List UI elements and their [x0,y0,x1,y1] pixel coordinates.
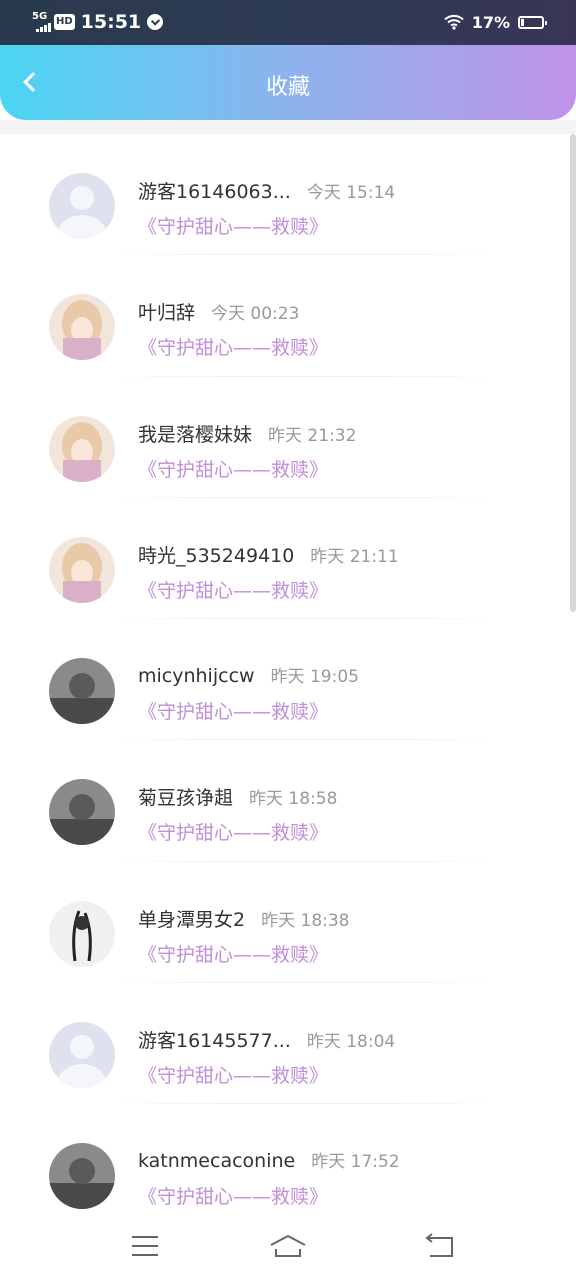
wifi-icon [444,14,464,30]
battery-icon [518,15,547,29]
page-title: 收藏 [265,75,310,100]
user-name-text: 游客16145577... [138,1030,291,1053]
back-icon[interactable] [420,1232,460,1262]
user-name: 游客16146063... 今天 15:14 [138,177,395,204]
user-name: 我是落樱妹妹 昨天 21:32 [138,420,356,447]
user-name: 時光_535249410 昨天 21:11 [138,541,399,568]
header-divider [0,120,576,134]
user-name-text: 時光_535249410 [138,544,295,567]
user-name: 叶归辞 今天 00:23 [138,298,299,325]
user-name-text: 叶归辞 [138,302,196,325]
home-icon[interactable] [268,1232,308,1262]
status-time: 15:51 [80,11,142,33]
anime-girl-avatar[interactable] [49,536,115,603]
book-title[interactable]: 《守护甜心——救赎》 [138,333,328,360]
network-type: 5G [32,11,48,22]
list-item[interactable]: 菊豆孩诤趄 昨天 18:58 《守护甜心——救赎》 [0,740,576,862]
menu-icon[interactable] [125,1232,165,1262]
list-item[interactable]: 叶归辞 今天 00:23 《守护甜心——救赎》 [0,255,576,377]
system-nav-bar [0,1214,576,1280]
alarm-icon [147,14,164,30]
user-name-text: 菊豆孩诤趄 [138,787,234,810]
list-item[interactable]: katnmecaconine 昨天 17:52 《守护甜心——救赎》 [0,1104,576,1214]
signal-icon: 5G [32,10,51,34]
user-name: 游客16145577... 昨天 18:04 [138,1026,395,1053]
user-name: 单身潭男女2 昨天 18:38 [138,905,350,932]
list-item[interactable]: 游客16145577... 昨天 18:04 《守护甜心——救赎》 [0,983,576,1105]
photo-avatar[interactable] [49,1143,115,1210]
user-name-text: katnmecaconine [138,1150,296,1173]
favorites-list[interactable]: 游客16146063... 今天 15:14 《守护甜心——救赎》 叶归辞 今天 00:… [0,134,576,1214]
favorite-time: 昨天 18:38 [261,910,350,931]
user-name-text: 单身潭男女2 [138,908,246,931]
header-bar: 收藏 [0,45,576,120]
photo-avatar[interactable] [49,658,115,725]
hd-icon: HD [54,14,75,30]
list-item[interactable]: 時光_535249410 昨天 21:11 《守护甜心——救赎》 [0,498,576,620]
book-title[interactable]: 《守护甜心——救赎》 [138,576,328,603]
anime-girl-avatar[interactable] [49,294,115,361]
list-item[interactable]: 我是落樱妹妹 昨天 21:32 《守护甜心——救赎》 [0,377,576,498]
user-name: 菊豆孩诤趄 昨天 18:58 [138,783,337,810]
list-item[interactable]: 游客16146063... 今天 15:14 《守护甜心——救赎》 [0,134,576,256]
book-title[interactable]: 《守护甜心——救赎》 [138,455,328,482]
photo-avatar[interactable] [49,779,115,846]
battery-percent: 17% [471,12,510,32]
favorite-time: 昨天 21:32 [268,425,357,446]
default-avatar[interactable] [49,1022,115,1089]
favorite-time: 今天 15:14 [306,183,396,203]
user-name: micynhijccw 昨天 19:05 [138,662,359,687]
favorite-time: 昨天 18:58 [249,789,338,810]
book-title[interactable]: 《守护甜心——救赎》 [138,1061,328,1088]
user-name: katnmecaconine 昨天 17:52 [138,1147,400,1172]
scrollbar[interactable] [570,134,576,612]
default-avatar[interactable] [49,173,115,239]
user-name-text: micynhijccw [138,665,255,688]
user-name-text: 我是落樱妹妹 [138,423,253,446]
favorite-time: 今天 00:23 [211,304,300,325]
book-title[interactable]: 《守护甜心——救赎》 [138,818,328,845]
favorite-time: 昨天 19:05 [270,667,359,688]
favorite-time: 昨天 21:11 [310,546,399,567]
status-bar: 5G HD 15:51 17% [0,0,576,45]
list-item[interactable]: micynhijccw 昨天 19:05 《守护甜心——救赎》 [0,619,576,741]
anime-girl-avatar[interactable] [49,415,115,482]
book-title[interactable]: 《守护甜心——救赎》 [138,940,328,967]
favorite-time: 昨天 18:04 [306,1032,396,1053]
book-title[interactable]: 《守护甜心——救赎》 [138,697,328,724]
book-title[interactable]: 《守护甜心——救赎》 [138,212,328,239]
favorite-time: 昨天 17:52 [311,1152,400,1173]
list-item[interactable]: 单身潭男女2 昨天 18:38 《守护甜心——救赎》 [0,862,576,984]
sketch-avatar[interactable] [49,900,115,967]
user-name-text: 游客16146063... [138,181,291,203]
book-title[interactable]: 《守护甜心——救赎》 [138,1182,328,1209]
